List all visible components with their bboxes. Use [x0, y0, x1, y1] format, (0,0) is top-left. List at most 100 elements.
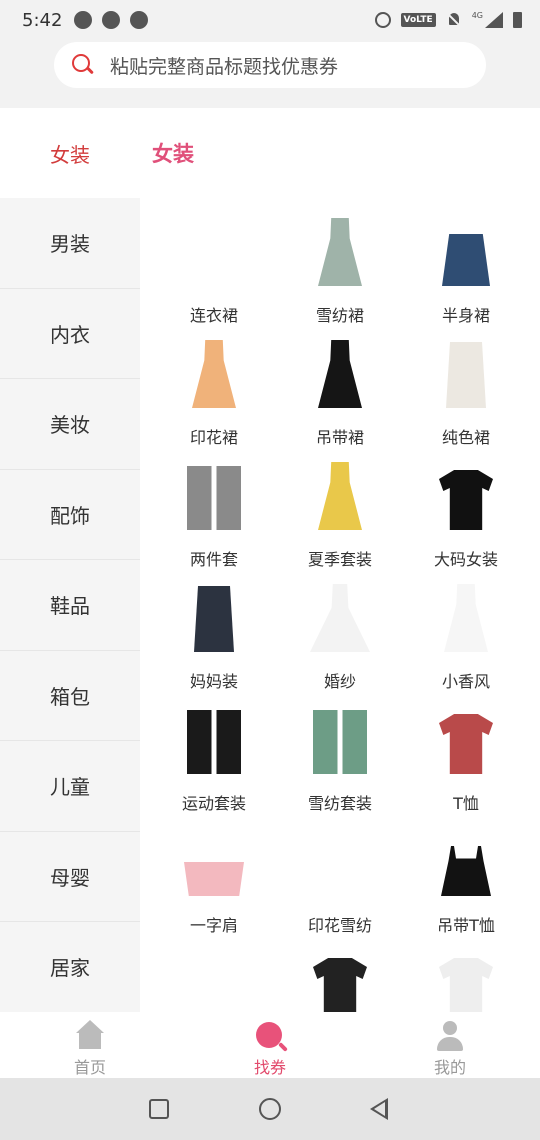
status-bar: 5:42 VoLTE 4G	[0, 0, 540, 40]
nav-home-label: 首页	[73, 1058, 106, 1077]
subcategory-item[interactable]: 大码女装	[403, 442, 529, 569]
slip-dress-icon	[310, 332, 370, 408]
subcategory-item[interactable]: 两件套	[151, 442, 277, 569]
tshirt-icon	[436, 698, 496, 774]
search-placeholder: 粘贴完整商品标题找优惠券	[110, 55, 339, 78]
mom-wear-icon	[184, 576, 244, 652]
garment-shape	[439, 958, 493, 1012]
user-icon	[434, 1020, 466, 1051]
subcategory-item[interactable]	[151, 930, 277, 1012]
off-shoulder-top-icon	[184, 820, 244, 896]
home-button[interactable]	[259, 1098, 281, 1120]
subcategory-item[interactable]: 吊带裙	[277, 320, 403, 447]
subcategory-item[interactable]: 妈妈装	[151, 564, 277, 691]
mute-icon	[446, 12, 462, 28]
message-icon	[74, 11, 93, 29]
nav-profile-label: 我的	[433, 1058, 466, 1077]
subcategory-item[interactable]: 雪纺套装	[277, 686, 403, 813]
plus-size-tee-icon	[436, 454, 496, 530]
sidebar-item-selected[interactable]: 女装	[0, 108, 140, 198]
sidebar-item[interactable]: 内衣	[0, 289, 140, 379]
garment-shape	[442, 234, 490, 286]
print-dress-icon	[184, 332, 244, 408]
sidebar-item[interactable]: 儿童	[0, 741, 140, 832]
weibo-icon	[102, 11, 121, 29]
subcategory-item[interactable]: 吊带T恤	[403, 808, 529, 935]
subcategory-item[interactable]: 运动套装	[151, 686, 277, 813]
home-icon	[74, 1020, 106, 1050]
subcategory-item[interactable]: 半身裙	[403, 198, 529, 325]
sidebar-item[interactable]: 母婴	[0, 832, 140, 922]
nav-profile[interactable]: 我的	[360, 1012, 540, 1078]
nav-coupon-label: 找券	[253, 1058, 286, 1077]
garment-shape	[313, 958, 367, 1012]
garment-shape	[318, 340, 362, 408]
subcategory-item[interactable]	[277, 930, 403, 1012]
sidebar-item[interactable]: 居家	[0, 922, 140, 1012]
system-nav-bar	[0, 1078, 540, 1140]
garment-shape	[318, 218, 362, 286]
nav-home[interactable]: 首页	[0, 1012, 180, 1078]
garment-shape	[192, 340, 236, 408]
sidebar-item[interactable]: 鞋品	[0, 560, 140, 651]
sidebar-item[interactable]: 美妆	[0, 379, 140, 470]
chiffon-dress-icon	[310, 210, 370, 286]
graphic-tees-icon	[310, 942, 370, 1012]
garment-shape	[441, 846, 491, 896]
subcategory-item[interactable]: T恤	[403, 686, 529, 813]
garment-shape	[313, 710, 367, 774]
partial-item-icon	[184, 942, 244, 1012]
subcategory-item[interactable]: 印花裙	[151, 320, 277, 447]
subcategory-item[interactable]	[403, 930, 529, 1012]
sidebar-item[interactable]: 配饰	[0, 470, 140, 560]
coupon-search-icon	[254, 1020, 286, 1050]
garment-shape	[444, 584, 488, 652]
white-dress-icon	[436, 576, 496, 652]
category-sidebar: 男装 内衣 美妆 配饰 鞋品 箱包 儿童 母婴 居家	[0, 198, 140, 1012]
subcategory-item[interactable]: 连衣裙	[151, 198, 277, 325]
garment-shape	[318, 462, 362, 530]
subcategory-item[interactable]: 小香风	[403, 564, 529, 691]
signal-icon	[485, 12, 503, 28]
chiffon-set-icon	[310, 698, 370, 774]
subcategory-item[interactable]: 夏季套装	[277, 442, 403, 569]
white-blouse-icon	[436, 942, 496, 1012]
garment-shape	[192, 218, 236, 286]
garment-shape	[446, 342, 486, 408]
summer-set-icon	[310, 454, 370, 530]
sidebar-item[interactable]: 男装	[0, 198, 140, 289]
wedding-gown-icon	[310, 576, 370, 652]
network-type: 4G	[471, 10, 483, 20]
alarm-icon	[374, 12, 391, 28]
print-chiffon-icon	[310, 820, 370, 896]
garment-shape	[187, 466, 241, 530]
nav-coupon[interactable]: 找券	[180, 1012, 360, 1078]
subcategory-item[interactable]: 印花雪纺	[277, 808, 403, 935]
sidebar-item[interactable]: 箱包	[0, 651, 140, 741]
category-title: 女装	[152, 142, 194, 166]
back-button[interactable]	[370, 1098, 388, 1120]
category-header: 女装 女装	[0, 108, 540, 198]
search-input[interactable]: 粘贴完整商品标题找优惠券	[54, 42, 486, 88]
subcategory-item[interactable]: 纯色裙	[403, 320, 529, 447]
cami-top-icon	[436, 820, 496, 896]
recents-button[interactable]	[149, 1099, 169, 1119]
subcategory-item[interactable]: 婚纱	[277, 564, 403, 691]
garment-shape	[310, 584, 370, 652]
bottom-nav: 首页 找券 我的	[0, 1012, 540, 1078]
garment-shape	[320, 830, 360, 896]
dress-icon	[184, 210, 244, 286]
garment-shape	[439, 470, 493, 530]
volte-badge: VoLTE	[400, 13, 436, 27]
solid-dress-icon	[436, 332, 496, 408]
subcategory-item[interactable]: 一字肩	[151, 808, 277, 935]
garment-shape	[184, 862, 244, 896]
garment-shape	[194, 586, 234, 652]
navigation-icon	[130, 11, 149, 29]
search-bar: 粘贴完整商品标题找优惠券	[0, 40, 540, 108]
garment-shape	[439, 714, 493, 774]
subcategory-item[interactable]: 雪纺裙	[277, 198, 403, 325]
garment-shape	[187, 710, 241, 774]
subcategory-grid: 连衣裙 雪纺裙 半身裙 印花裙 吊带裙 纯色裙 两件套 夏季套装 大码女装 妈妈装 婚纱 小香风 运动套…	[140, 198, 540, 1012]
garment-shape	[194, 952, 234, 1012]
